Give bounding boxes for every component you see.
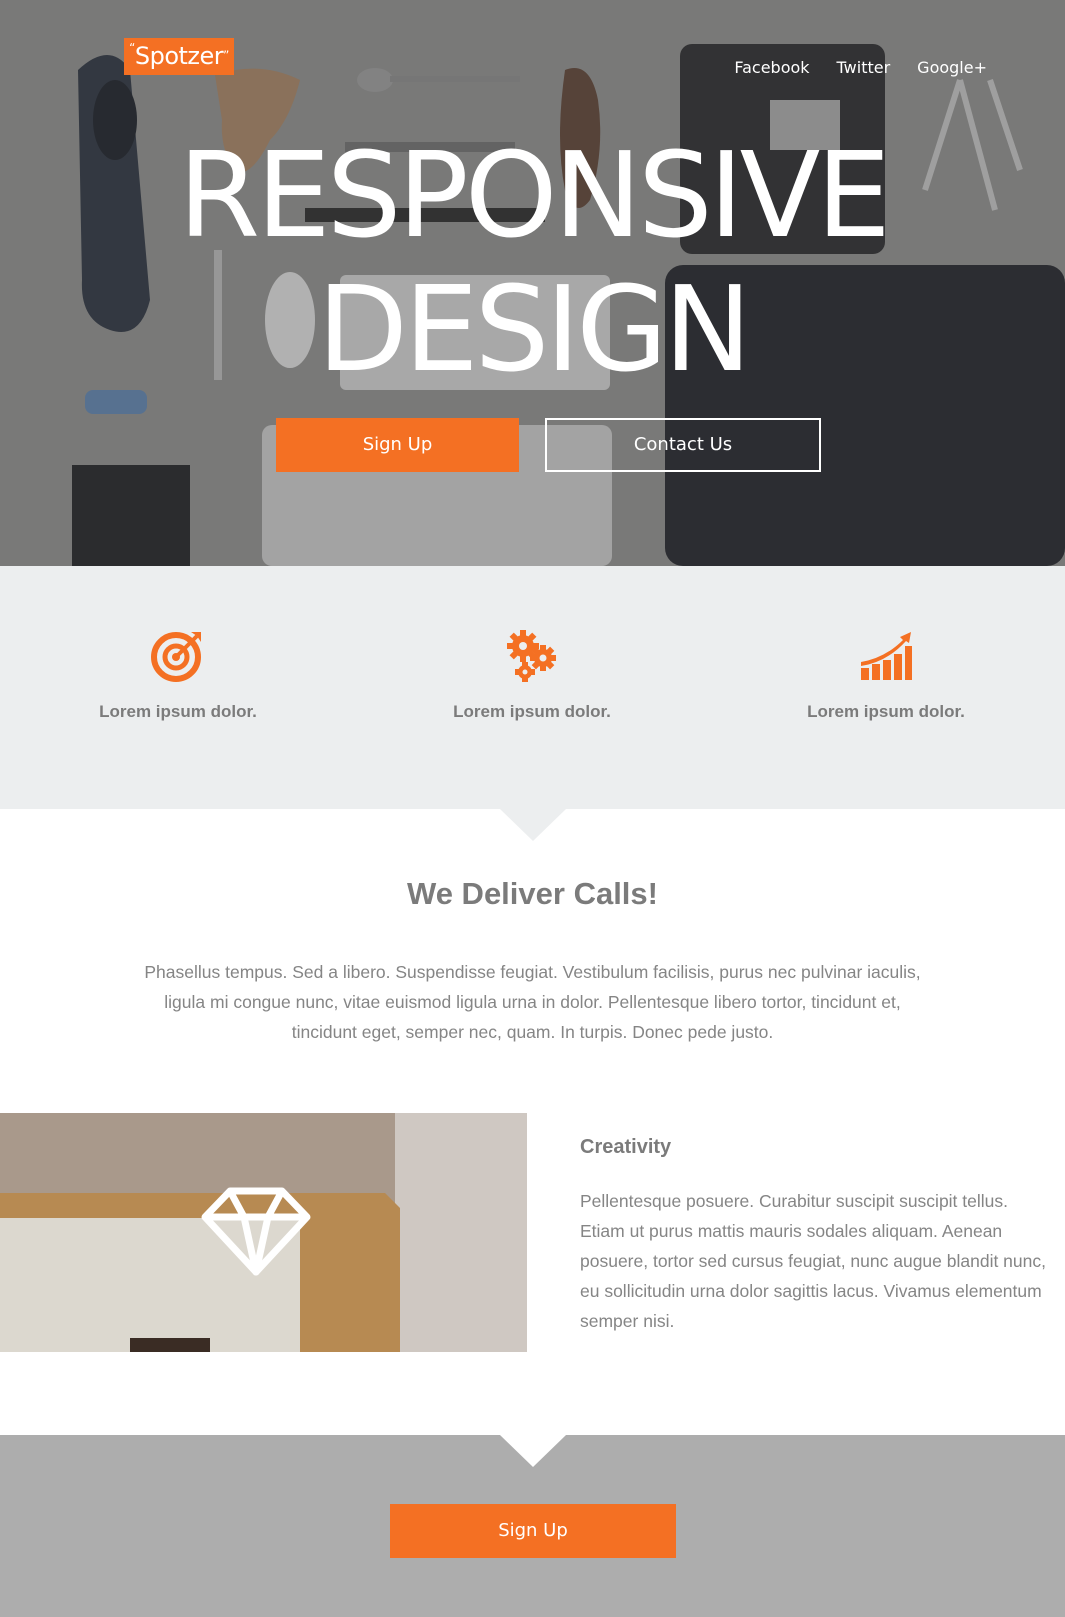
section-pointer [500,1435,566,1467]
landing-page: “Spotzer„ Facebook Twitter Google+ RESPO… [0,0,1065,1617]
hero-signup-button[interactable]: Sign Up [276,418,519,472]
social-link-facebook[interactable]: Facebook [734,58,809,77]
hero-section: “Spotzer„ Facebook Twitter Google+ RESPO… [0,0,1065,566]
feature-label: Lorem ipsum dolor. [453,702,611,721]
creativity-title: Creativity [580,1136,672,1158]
intro-text: Phasellus tempus. Sed a libero. Suspendi… [144,962,921,1042]
social-link-googleplus[interactable]: Google+ [917,58,987,77]
social-nav: Facebook Twitter Google+ [734,58,987,77]
spotzer-logo[interactable]: “Spotzer„ [124,38,234,75]
creativity-image [0,1113,527,1352]
target-icon [151,632,201,682]
hero-title: RESPONSIVE DESIGN [0,128,1065,396]
gears-icon [507,630,556,682]
section-pointer [500,809,566,841]
footer-signup-button[interactable]: Sign Up [390,1504,676,1558]
feature-label: Lorem ipsum dolor. [807,702,965,721]
features-section: Lorem ipsum dolor. Lorem ipsum dolor. Lo… [0,566,1065,809]
feature-item: Lorem ipsum dolor. [736,628,1036,722]
hero-title-line1: RESPONSIVE [178,126,891,264]
creativity-text: Pellentesque posuere. Curabitur suscipit… [580,1191,1046,1331]
contact-us-button[interactable]: Contact Us [545,418,821,472]
hero-title-line2: DESIGN [317,260,752,398]
growth-chart-icon [861,632,912,680]
creativity-photo [0,1113,527,1352]
social-link-twitter[interactable]: Twitter [837,58,891,77]
feature-item: Lorem ipsum dolor. [382,628,682,722]
feature-item: Lorem ipsum dolor. [28,628,328,722]
feature-label: Lorem ipsum dolor. [99,702,257,721]
intro-title: We Deliver Calls! [407,876,658,911]
